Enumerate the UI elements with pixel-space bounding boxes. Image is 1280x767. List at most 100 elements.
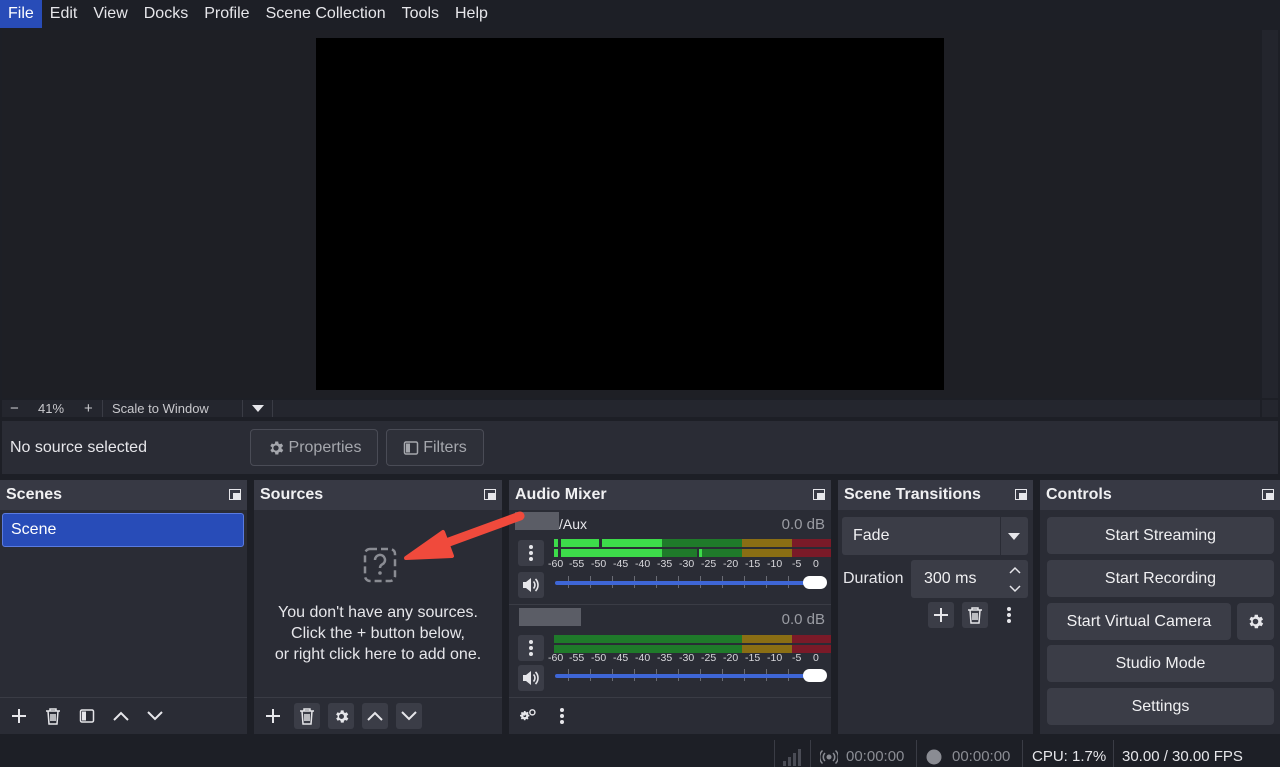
mute-button[interactable] <box>518 665 544 691</box>
meter-tick: -40 <box>635 652 651 664</box>
transitions-toolbar <box>928 602 1022 628</box>
transition-menu-button[interactable] <box>996 602 1022 628</box>
preview-canvas[interactable] <box>316 38 944 390</box>
plus-icon <box>934 608 948 622</box>
zoom-divider <box>242 400 243 417</box>
chevron-down-icon[interactable] <box>1008 533 1020 540</box>
volume-slider-handle[interactable] <box>803 576 827 589</box>
empty-line: Click the + button below, <box>291 625 465 642</box>
settings-button[interactable]: Settings <box>1047 688 1274 725</box>
menu-docks[interactable]: Docks <box>136 0 196 28</box>
zoom-in-button[interactable]: + <box>84 400 93 417</box>
menu-scene-collection[interactable]: Scene Collection <box>258 0 394 28</box>
meter-tick: -55 <box>569 652 585 664</box>
scene-list[interactable]: Scene <box>0 510 247 697</box>
menu-edit[interactable]: Edit <box>42 0 86 28</box>
trash-icon <box>46 707 60 725</box>
move-source-up-button[interactable] <box>362 703 388 729</box>
zoom-divider <box>102 400 103 417</box>
redacted-name-blur <box>515 512 559 530</box>
kebab-menu-icon <box>529 640 533 656</box>
dock-header: Scene Transitions <box>838 480 1033 510</box>
status-divider <box>774 740 775 767</box>
empty-sources-message: You don't have any sources. Click the + … <box>254 602 502 665</box>
mixer-menu-button[interactable] <box>549 703 575 729</box>
undock-icon[interactable] <box>484 489 496 500</box>
speaker-icon <box>523 578 539 592</box>
mixer-channel: /Aux 0.0 dB -60 -55 -50 -45 -40 -35 -30 … <box>515 510 831 604</box>
scene-transitions-dock: Scene Transitions Fade Duration 300 ms <box>838 480 1033 734</box>
duration-decrement[interactable] <box>1001 579 1028 598</box>
empty-line: You don't have any sources. <box>278 604 478 621</box>
advanced-audio-button[interactable] <box>515 703 541 729</box>
channel-name: /Aux <box>559 516 588 532</box>
fps-readout: 30.00 / 30.00 FPS <box>1122 748 1243 765</box>
start-streaming-button[interactable]: Start Streaming <box>1047 517 1274 554</box>
volume-meter <box>554 635 831 653</box>
add-source-button[interactable] <box>260 703 286 729</box>
source-list[interactable]: You don't have any sources. Click the + … <box>254 510 502 697</box>
move-source-down-button[interactable] <box>396 703 422 729</box>
move-scene-down-button[interactable] <box>142 703 168 729</box>
speaker-icon <box>523 671 539 685</box>
scene-filters-button[interactable] <box>74 703 100 729</box>
volume-slider[interactable] <box>555 669 827 682</box>
trash-icon <box>300 707 314 725</box>
undock-icon[interactable] <box>229 489 241 500</box>
transition-select[interactable]: Fade <box>842 517 1028 555</box>
mute-button[interactable] <box>518 572 544 598</box>
move-scene-up-button[interactable] <box>108 703 134 729</box>
filters-button[interactable]: Filters <box>386 429 484 466</box>
record-time: 00:00:00 <box>952 748 1011 765</box>
scenes-dock: Scenes Scene <box>0 480 247 734</box>
remove-source-button[interactable] <box>294 703 320 729</box>
gear-icon <box>335 709 348 723</box>
menu-tools[interactable]: Tools <box>394 0 447 28</box>
source-status: No source selected <box>10 439 147 456</box>
channel-menu-button[interactable] <box>518 635 544 661</box>
source-context-bar: No source selected Properties Filters <box>2 421 1278 474</box>
question-icon <box>363 547 397 583</box>
chevron-down-icon[interactable] <box>252 405 264 412</box>
volume-slider[interactable] <box>555 576 827 589</box>
chevron-down-icon <box>147 711 163 721</box>
kebab-menu-icon <box>560 708 564 724</box>
channel-menu-button[interactable] <box>518 540 544 566</box>
start-virtual-camera-button[interactable]: Start Virtual Camera <box>1047 603 1231 640</box>
mixer-channel: 0.0 dB -60 -55 -50 -45 -40 -35 -30 -25 -… <box>515 605 831 699</box>
dock-title: Scene Transitions <box>844 486 981 503</box>
menu-profile[interactable]: Profile <box>196 0 257 28</box>
meter-tick: 0 <box>813 652 819 664</box>
scale-mode-select[interactable]: Scale to Window <box>112 400 209 417</box>
dock-title: Audio Mixer <box>515 486 607 503</box>
chevron-up-icon <box>1008 566 1021 574</box>
menu-view[interactable]: View <box>85 0 135 28</box>
source-properties-button[interactable] <box>328 703 354 729</box>
meter-tick: -15 <box>745 652 761 664</box>
properties-button[interactable]: Properties <box>250 429 378 466</box>
dock-title: Scenes <box>6 486 63 503</box>
preview-scrollbar[interactable] <box>1262 30 1278 398</box>
menu-file[interactable]: File <box>0 0 42 28</box>
meter-tick: -35 <box>657 652 673 664</box>
add-scene-button[interactable] <box>6 703 32 729</box>
duration-input[interactable]: 300 ms <box>911 560 1028 598</box>
virtual-camera-settings-button[interactable] <box>1237 603 1274 640</box>
undock-icon[interactable] <box>1015 489 1027 500</box>
studio-mode-button[interactable]: Studio Mode <box>1047 645 1274 682</box>
volume-slider-handle[interactable] <box>803 669 827 682</box>
zoom-value: 41% <box>38 401 65 416</box>
remove-scene-button[interactable] <box>40 703 66 729</box>
start-recording-button[interactable]: Start Recording <box>1047 560 1274 597</box>
zoom-out-button[interactable]: − <box>10 400 19 417</box>
status-bar: 00:00:00 00:00:00 CPU: 1.7% 30.00 / 30.0… <box>0 738 1280 767</box>
undock-icon[interactable] <box>813 489 825 500</box>
filter-icon <box>79 709 95 723</box>
menu-help[interactable]: Help <box>447 0 496 28</box>
gears-icon <box>520 709 536 721</box>
duration-increment[interactable] <box>1001 560 1028 579</box>
remove-transition-button[interactable] <box>962 602 988 628</box>
add-transition-button[interactable] <box>928 602 954 628</box>
undock-icon[interactable] <box>1262 489 1274 500</box>
scene-list-item[interactable]: Scene <box>2 513 244 547</box>
